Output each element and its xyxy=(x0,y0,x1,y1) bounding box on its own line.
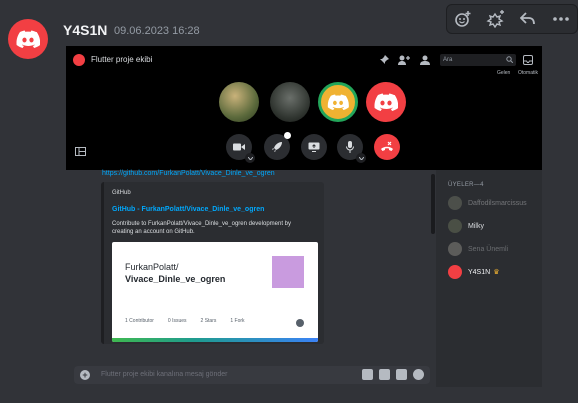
member-name: Y4S1N xyxy=(468,268,491,276)
repo-name: Vivace_Dinle_ve_ogren xyxy=(125,274,226,284)
gif-icon[interactable] xyxy=(379,369,390,380)
inbox-label: Gelen xyxy=(497,70,511,76)
embed-provider: GitHub xyxy=(112,190,131,196)
input-actions xyxy=(362,369,424,380)
microphone-button[interactable] xyxy=(337,134,366,163)
screen-share-button[interactable] xyxy=(301,134,327,160)
member-list-heading: ÜYELER—4 xyxy=(448,182,484,188)
participant-avatar-speaking[interactable] xyxy=(318,82,358,122)
upload-plus-icon[interactable]: + xyxy=(80,370,90,380)
camera-icon xyxy=(233,143,245,151)
member-avatar xyxy=(448,196,462,210)
participant-avatar[interactable] xyxy=(219,82,259,122)
member-name: Sena Ünemli xyxy=(468,245,509,253)
embed-preview-image[interactable]: FurkanPolatt/ Vivace_Dinle_ve_ogren 1 Co… xyxy=(112,242,318,342)
disconnect-button[interactable] xyxy=(374,134,400,160)
inbox-icon[interactable] xyxy=(521,53,535,67)
sticker-icon[interactable] xyxy=(396,369,407,380)
member-item[interactable]: Daffodilsmarcissus xyxy=(448,196,527,210)
emoji-icon[interactable] xyxy=(413,369,424,380)
hang-up-icon xyxy=(381,141,393,151)
repo-stats: 1 Contributor 0 Issues 2 Stars 1 Fork xyxy=(125,318,245,324)
message-input-placeholder: Flutter proje ekibi kanalına mesaj gönde… xyxy=(101,371,228,378)
rocket-icon xyxy=(272,142,282,152)
discord-logo-icon xyxy=(16,30,40,48)
auto-label: Otomatik xyxy=(518,70,539,76)
chat-scrollbar[interactable] xyxy=(431,174,435,234)
search-input[interactable]: Ara xyxy=(440,54,516,66)
microphone-icon xyxy=(346,141,354,153)
participant-avatar[interactable] xyxy=(270,82,310,122)
member-avatar xyxy=(448,265,462,279)
repo-stat: 1 Contributor xyxy=(125,318,154,324)
notification-dot xyxy=(284,132,291,139)
member-list: ÜYELER—4 Daffodilsmarcissus Milky Sena Ü… xyxy=(436,170,542,387)
repo-owner: FurkanPolatt/ xyxy=(125,262,179,272)
search-placeholder: Ara xyxy=(443,57,453,63)
reply-icon[interactable] xyxy=(516,8,540,30)
repo-stat: 0 Issues xyxy=(167,318,187,324)
member-item[interactable]: Sena Ünemli xyxy=(448,242,508,256)
screen-share-icon xyxy=(308,142,320,152)
member-name: Milky xyxy=(468,222,484,230)
message-input[interactable]: + Flutter proje ekibi kanalına mesaj gön… xyxy=(74,366,430,384)
chevron-down-icon[interactable] xyxy=(356,153,366,163)
add-reaction-icon[interactable] xyxy=(451,8,475,30)
member-avatar xyxy=(448,219,462,233)
message-actions-bar xyxy=(446,4,578,34)
member-item[interactable]: Milky xyxy=(448,219,484,233)
github-embed: GitHub GitHub - FurkanPolatt/Vivace_Dinl… xyxy=(101,182,324,344)
participant-avatar[interactable] xyxy=(366,82,406,122)
chat-area: https://github.com/FurkanPolatt/Vivace_D… xyxy=(66,170,436,387)
popout-grid-icon[interactable] xyxy=(75,143,86,161)
embed-title-link[interactable]: GitHub - FurkanPolatt/Vivace_Dinle_ve_og… xyxy=(112,206,264,213)
member-name: Daffodilsmarcissus xyxy=(468,199,527,207)
voice-call-panel: Flutter proje ekibi Ara Gelen Otomatik xyxy=(66,46,542,170)
call-channel-title: Flutter proje ekibi xyxy=(91,55,153,64)
pin-icon[interactable] xyxy=(377,53,391,67)
github-logo-icon xyxy=(296,319,304,327)
discord-logo-icon xyxy=(327,94,349,110)
discord-logo-icon xyxy=(374,93,398,111)
search-icon xyxy=(506,56,514,68)
add-member-icon[interactable] xyxy=(397,53,411,67)
screenshot-attachment[interactable]: Flutter proje ekibi Ara Gelen Otomatik h… xyxy=(66,46,542,387)
language-bar xyxy=(112,338,318,342)
member-list-icon[interactable] xyxy=(418,53,432,67)
owner-crown-icon: ♛ xyxy=(493,269,500,276)
author-name[interactable]: Y4S1N xyxy=(63,22,107,38)
repo-identicon xyxy=(272,256,304,288)
chevron-down-icon[interactable] xyxy=(245,153,255,163)
activity-button[interactable] xyxy=(264,132,291,160)
embed-description: Contribute to FurkanPolatt/Vivace_Dinle_… xyxy=(112,221,291,235)
repo-stat: 1 Fork xyxy=(230,318,245,324)
message-timestamp: 09.06.2023 16:28 xyxy=(114,25,200,37)
more-icon[interactable] xyxy=(549,8,573,30)
add-super-reaction-icon[interactable] xyxy=(484,8,508,30)
server-icon xyxy=(73,54,85,66)
member-avatar xyxy=(448,242,462,256)
repo-stat: 2 Stars xyxy=(200,318,217,324)
author-avatar[interactable] xyxy=(8,19,48,59)
member-item[interactable]: Y4S1N ♛ xyxy=(448,265,499,279)
gift-icon[interactable] xyxy=(362,369,373,380)
camera-button[interactable] xyxy=(226,134,255,163)
message-link[interactable]: https://github.com/FurkanPolatt/Vivace_D… xyxy=(102,170,275,177)
